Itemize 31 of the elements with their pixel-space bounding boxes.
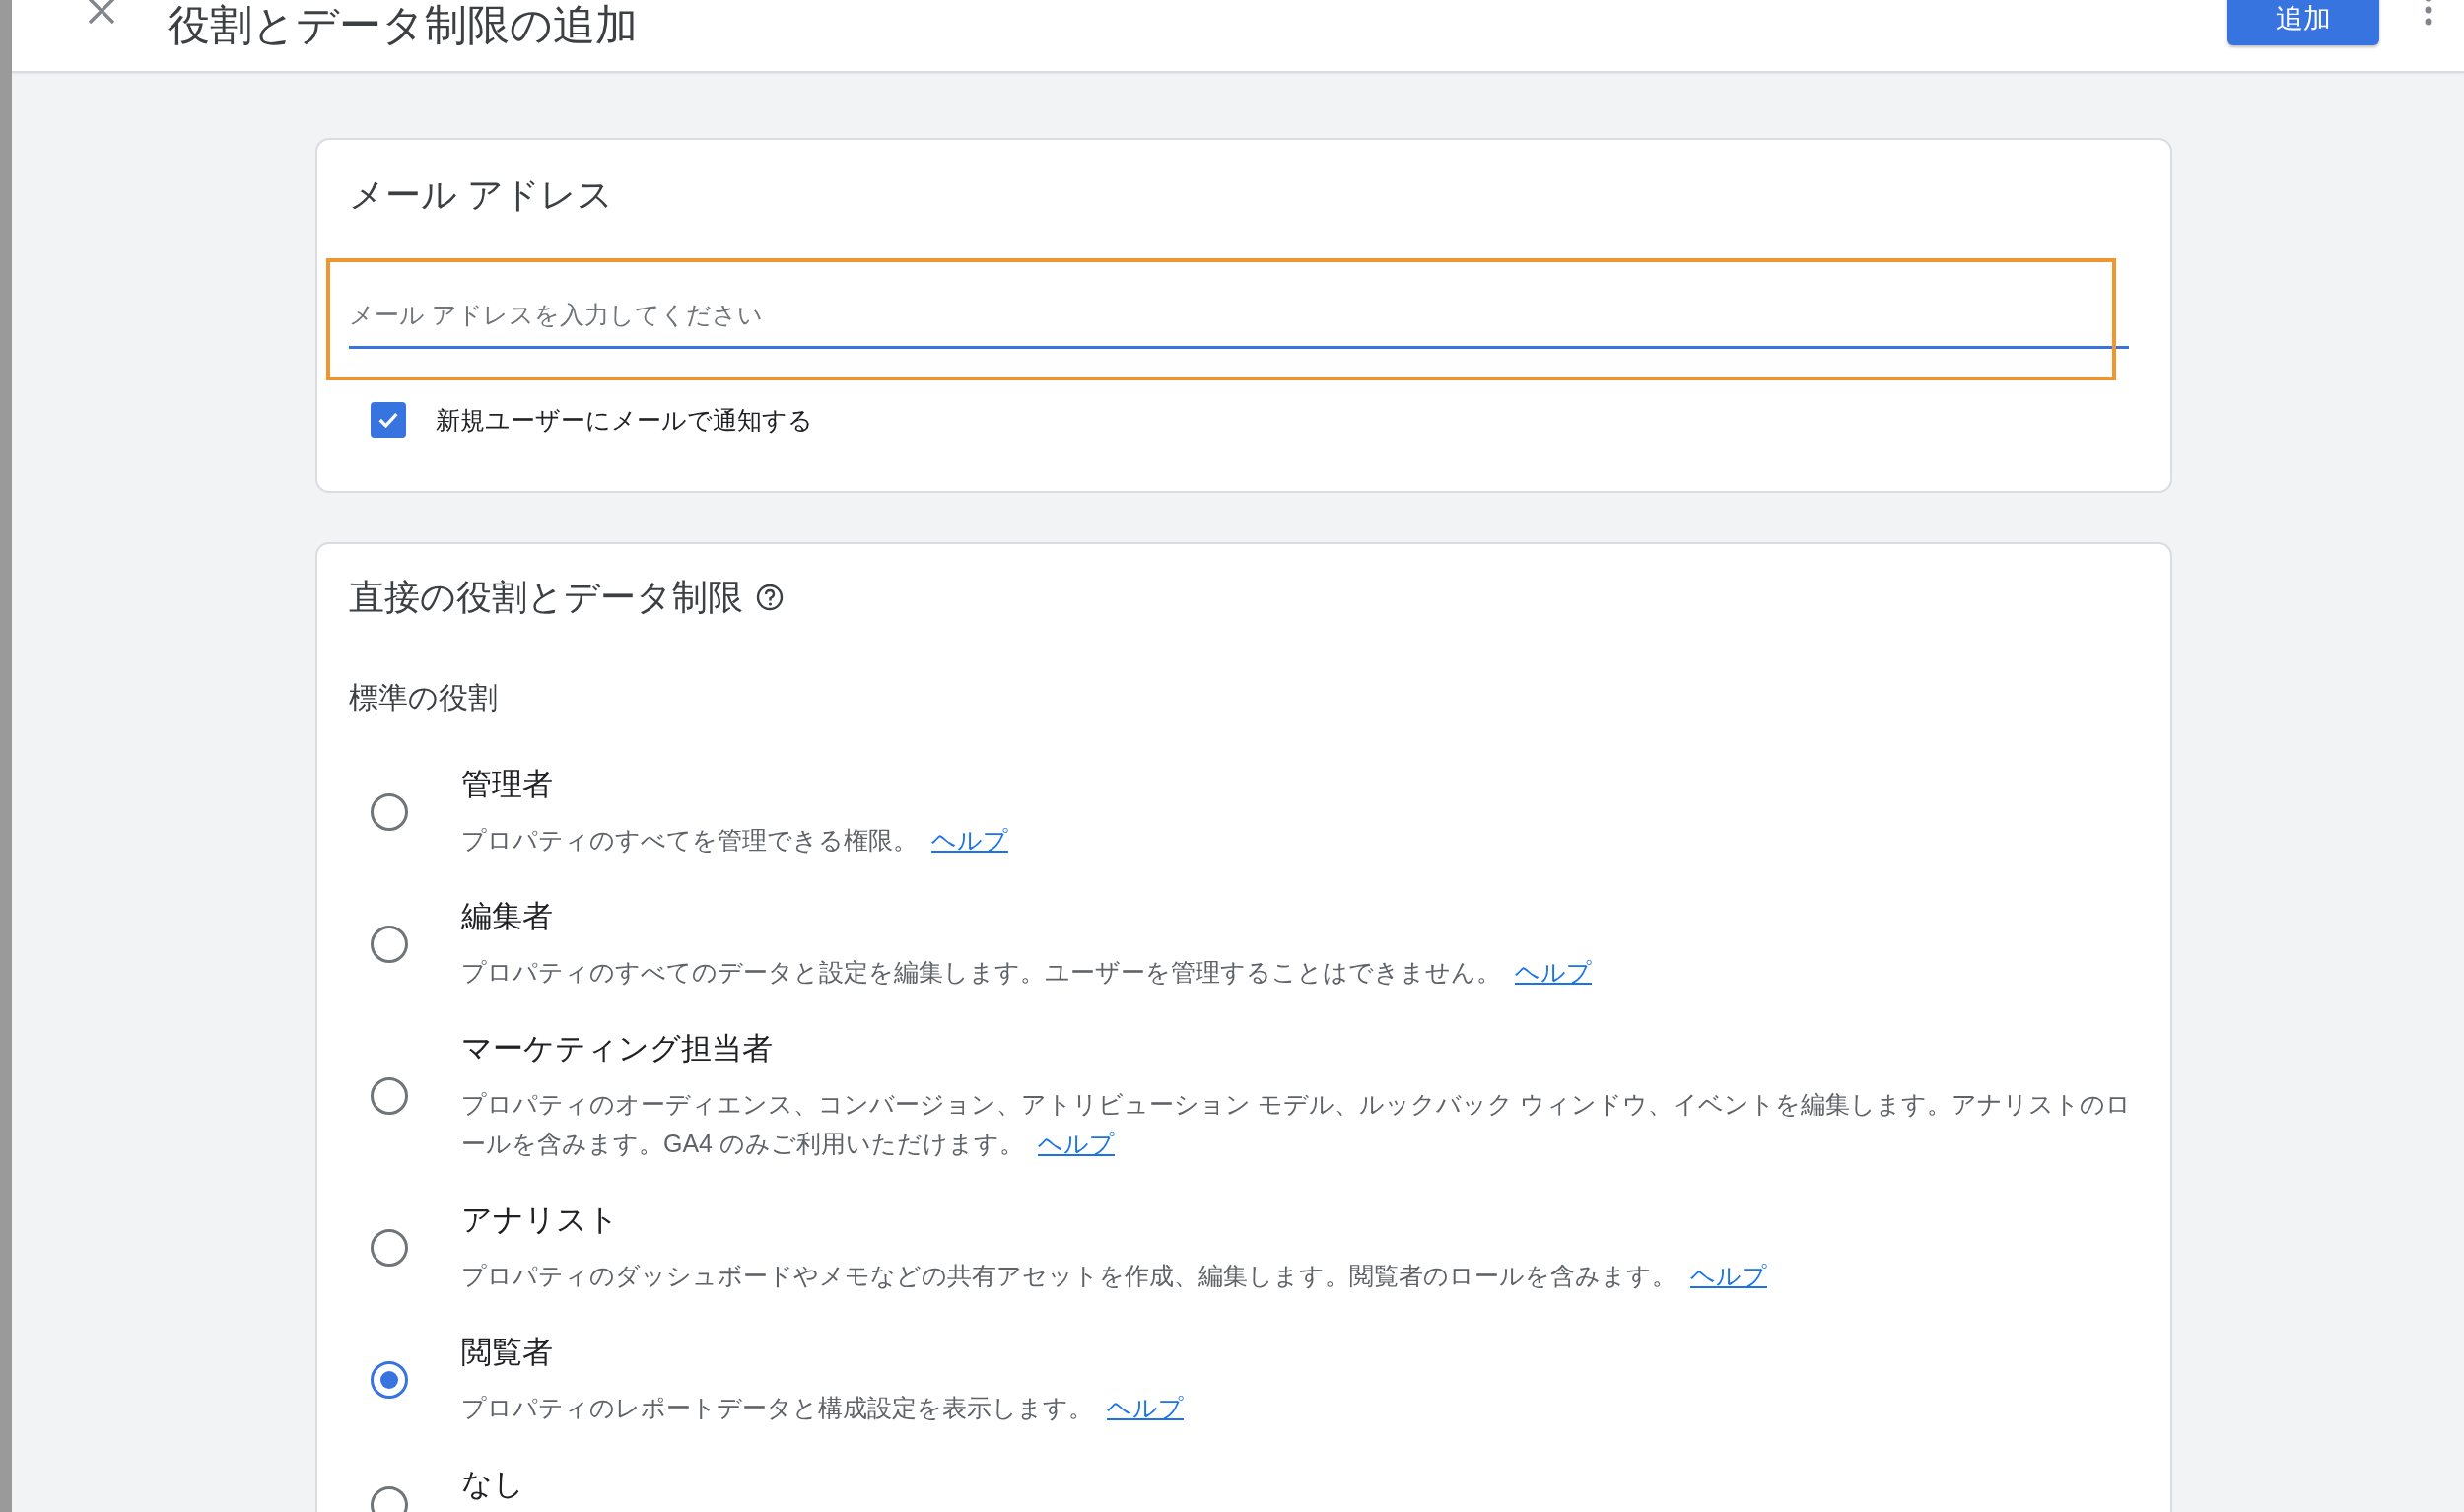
add-button[interactable]: 追加 [2227, 0, 2379, 45]
role-description: プロパティのオーディエンス、コンバージョン、アトリビューション モデル、ルックバック ウィンドウ、イベントを編集します。アナリストのロールを含みます。GA4 のみご利用いただけます。 ヘルプ [461, 1089, 2132, 1159]
help-icon[interactable] [755, 583, 785, 612]
dialog-title: 役割とデータ制限の追加 [168, 2, 638, 47]
help-link[interactable]: ヘルプ [1515, 958, 1592, 986]
help-link[interactable]: ヘルプ [931, 826, 1008, 854]
notify-checkbox[interactable] [371, 402, 406, 438]
role-name: 閲覧者 [461, 1334, 554, 1371]
role-radio[interactable] [371, 1229, 408, 1267]
help-link[interactable]: ヘルプ [1690, 1262, 1767, 1289]
role-description: プロパティのすべてのデータと設定を編集します。ユーザーを管理することはできません。 ヘルプ [461, 957, 1593, 988]
role-description: プロパティのレポートデータと構成設定を表示します。 ヘルプ [461, 1393, 1185, 1423]
section-heading: 標準の役割 [349, 680, 499, 716]
card-title: 直接の役割とデータ制限 [349, 576, 743, 619]
role-radio[interactable] [371, 793, 408, 831]
role-name: なし [461, 1466, 525, 1503]
checkbox-label: 新規ユーザーにメールで通知する [436, 404, 813, 436]
role-radio[interactable] [371, 1077, 408, 1115]
help-link[interactable]: ヘルプ [1107, 1394, 1184, 1421]
close-icon[interactable] [87, 0, 116, 26]
role-name: アナリスト [461, 1202, 620, 1239]
role-name: マーケティング担当者 [461, 1030, 774, 1067]
card-title: メール アドレス [349, 173, 614, 217]
email-input-field[interactable]: メール アドレスを入力してください [349, 298, 2129, 349]
role-name: 管理者 [461, 766, 554, 803]
role-name: 編集者 [461, 898, 554, 935]
role-description: プロパティのすべてを管理できる権限。 ヘルプ [461, 825, 1009, 856]
help-link[interactable]: ヘルプ [1038, 1130, 1115, 1157]
role-radio[interactable] [371, 926, 408, 963]
role-description: プロパティのダッシュボードやメモなどの共有アセットを作成、編集します。閲覧者のロールを含みます。 ヘルプ [461, 1261, 1768, 1291]
role-radio[interactable] [371, 1361, 408, 1399]
